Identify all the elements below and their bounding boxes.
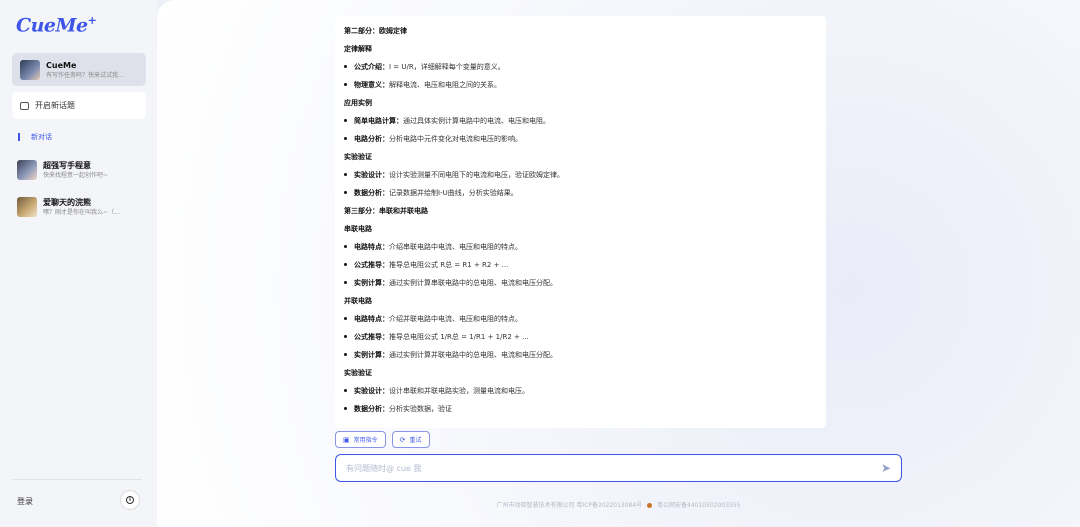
list-item: 公式推导：推导总电阻公式 R总 = R1 + R2 + ... — [344, 256, 817, 274]
refresh-icon: ⟳ — [399, 435, 406, 444]
section-heading: 实验验证 — [344, 153, 372, 161]
avatar — [17, 160, 37, 180]
avatar — [20, 59, 40, 80]
active-indicator — [18, 133, 20, 141]
list-item: 电路特点：介绍串联电路中电流、电压和电阻的特点。 — [344, 238, 817, 256]
conversation-item[interactable]: 爱聊天的浣熊 嘿？刚才是你在叫我么~（… — [17, 197, 151, 217]
list-item: 公式推导：推导总电阻公式 1/R总 = 1/R1 + 1/R2 + ... — [344, 328, 817, 346]
list-item: 简单电路计算：通过具体实例计算电路中的电流、电压和电阻。 — [344, 112, 817, 130]
message-content: 第二部分：欧姆定律 定律解释 公式介绍：I = U/R，详细解释每个变量的意义。… — [335, 16, 826, 428]
list-item: 电路分析：分析电路中元件变化对电流和电压的影响。 — [344, 130, 817, 148]
section-heading: 实验验证 — [344, 369, 372, 377]
section-heading: 应用实例 — [344, 99, 372, 107]
conversation-item[interactable]: 超强写手程意 快来找程意一起创作吧~ — [17, 160, 151, 180]
list-item: 电路特点：介绍并联电路中电流、电压和电阻的特点。 — [344, 310, 817, 328]
conversation-title: 超强写手程意 — [43, 161, 91, 170]
list-item: 公式介绍：I = U/R，详细解释每个变量的意义。 — [344, 58, 817, 76]
new-chat-label: 新对话 — [31, 133, 52, 141]
list-item: 数据分析：分析实验数据，验证 — [344, 400, 817, 418]
icp-link[interactable]: 广州市动晓智慧技术有限公司 粤ICP备2022013084号 — [497, 502, 643, 509]
section-heading: 串联电路 — [344, 225, 372, 233]
bot-name: CueMe — [46, 60, 77, 70]
app-logo[interactable]: CueMe+ — [16, 14, 97, 36]
footer: 广州市动晓智慧技术有限公司 粤ICP备2022013084号 粤公网安备4401… — [157, 500, 1080, 509]
list-item: 实验设计：设计实验测量不同电阻下的电流和电压，验证欧姆定律。 — [344, 166, 817, 184]
section-heading: 并联电路 — [344, 297, 372, 305]
list-item: 实例计算：通过实例计算并联电路中的总电阻、电流和电压分配。 — [344, 346, 817, 364]
list-item: 实例计算：通过实例计算串联电路中的总电阻、电流和电压分配。 — [344, 274, 817, 292]
chat-input-box: ➤ — [335, 454, 902, 482]
info-icon: i — [126, 496, 134, 504]
active-bot-card[interactable]: CueMe 有写作任务吗？快来试试我… — [12, 53, 146, 86]
list-item: 数据分析：记录数据并绘制I-U曲线，分析实验结果。 — [344, 184, 817, 202]
chat-input[interactable] — [346, 463, 881, 473]
new-topic-label: 开启新话题 — [35, 101, 75, 110]
new-topic-button[interactable]: 开启新话题 — [12, 92, 146, 119]
section-heading: 第二部分：欧姆定律 — [344, 27, 407, 35]
command-icon: ▣ — [343, 435, 350, 444]
section-heading: 定律解释 — [344, 45, 372, 53]
conversation-desc: 嘿？刚才是你在叫我么~（… — [43, 209, 121, 216]
conversation-title: 爱聊天的浣熊 — [43, 198, 91, 207]
divider — [12, 479, 142, 480]
avatar — [17, 197, 37, 217]
login-link[interactable]: 登录 — [17, 496, 33, 507]
section-heading: 第三部分：串联和并联电路 — [344, 207, 428, 215]
list-item: 实验设计：设计串联和并联电路实验，测量电流和电压。 — [344, 382, 817, 400]
common-commands-button[interactable]: ▣ 常用指令 — [335, 431, 386, 448]
police-badge-icon — [647, 503, 653, 508]
new-chat-item[interactable]: 新对话 — [18, 132, 52, 142]
chat-bubble-icon — [20, 101, 29, 110]
bot-desc: 有写作任务吗？快来试试我… — [46, 71, 125, 79]
list-item: 物理意义：解释电流、电压和电阻之间的关系。 — [344, 76, 817, 94]
send-icon[interactable]: ➤ — [881, 461, 891, 475]
conversation-desc: 快来找程意一起创作吧~ — [43, 172, 109, 179]
retry-button[interactable]: ⟳ 重试 — [391, 431, 430, 448]
sidebar: CueMe+ CueMe 有写作任务吗？快来试试我… 开启新话题 新对话 超强写… — [0, 0, 157, 527]
info-button[interactable]: i — [120, 490, 140, 510]
action-bar: ▣ 常用指令 ⟳ 重试 — [335, 431, 430, 448]
police-link[interactable]: 粤公网安备44010502003355 — [657, 502, 740, 509]
